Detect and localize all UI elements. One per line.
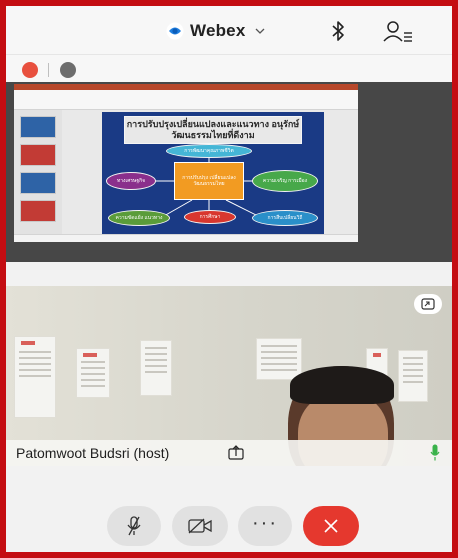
mic-icon — [430, 444, 440, 461]
slide-center-box: การปรับปรุง เปลี่ยนแปลงวัฒนธรรมไทย — [174, 162, 244, 200]
chevron-down-icon — [255, 28, 264, 34]
ppt-slide-thumbnails — [14, 110, 62, 234]
shared-powerpoint-window: การปรับปรุงเปลี่ยนแปลงและแนวทาง อนุรักษ์… — [14, 84, 358, 242]
webex-logo-icon — [166, 22, 184, 40]
wall-poster — [398, 350, 428, 402]
sharing-indicator-icon[interactable] — [22, 62, 38, 78]
wall-poster — [256, 338, 302, 380]
participant-name: Patomwoot Budsri (host) — [16, 445, 170, 461]
shared-content-area[interactable]: การปรับปรุงเปลี่ยนแปลงและแนวทาง อนุรักษ์… — [6, 82, 452, 262]
slide-thumbnail — [20, 200, 56, 222]
slide-node: ทางเศรษฐกิจ — [106, 172, 156, 190]
participants-icon[interactable] — [382, 19, 414, 43]
slide-title: การปรับปรุงเปลี่ยนแปลงและแนวทาง อนุรักษ์… — [126, 119, 300, 140]
annotate-icon[interactable] — [60, 62, 76, 78]
slide-node: การสืบเปลี่ยนวิถี — [252, 210, 318, 226]
meeting-window: Webex การปรับปรุงเปลี่ยนแปลงและแนวทาง อน… — [6, 6, 452, 552]
camera-off-icon — [188, 518, 212, 534]
slide-node: ความเจริญ การเมือง — [252, 170, 318, 192]
end-call-icon — [324, 519, 338, 533]
slide-thumbnail — [20, 144, 56, 166]
slide-canvas: การปรับปรุงเปลี่ยนแปลงและแนวทาง อนุรักษ์… — [102, 112, 324, 234]
pip-button[interactable] — [414, 294, 442, 314]
top-bar: Webex — [6, 6, 452, 54]
ppt-ribbon — [14, 90, 358, 110]
participant-name-bar: Patomwoot Budsri (host) — [6, 440, 452, 466]
app-switcher[interactable]: Webex — [166, 19, 266, 43]
participant-hair — [290, 366, 394, 404]
slide-thumbnail — [20, 172, 56, 194]
share-icon — [228, 445, 244, 460]
mute-icon — [127, 516, 141, 536]
slide-node: ความขัดแย้ง แนวทาง — [108, 210, 170, 226]
share-indicator-row — [6, 54, 452, 82]
slide-node: การศึกษา — [184, 210, 236, 224]
participant-video-tile[interactable] — [6, 286, 452, 466]
slide-title-box: การปรับปรุงเปลี่ยนแปลงและแนวทาง อนุรักษ์… — [124, 116, 302, 144]
wall-poster — [76, 348, 110, 398]
slide-thumbnail — [20, 116, 56, 138]
end-call-button[interactable] — [303, 506, 359, 546]
divider — [48, 63, 49, 77]
bluetooth-icon[interactable] — [328, 19, 348, 43]
mute-button[interactable] — [107, 506, 161, 546]
video-button[interactable] — [172, 506, 228, 546]
call-controls: ··· — [6, 466, 452, 552]
more-icon: ··· — [252, 512, 278, 534]
more-options-button[interactable]: ··· — [238, 506, 292, 546]
wall-poster — [14, 336, 56, 418]
pip-icon — [421, 298, 435, 310]
wall-poster — [140, 340, 172, 396]
app-title: Webex — [190, 21, 246, 40]
ppt-status-bar — [14, 234, 358, 242]
slide-node: การพัฒนาคุณภาพชีวิต — [166, 144, 252, 158]
